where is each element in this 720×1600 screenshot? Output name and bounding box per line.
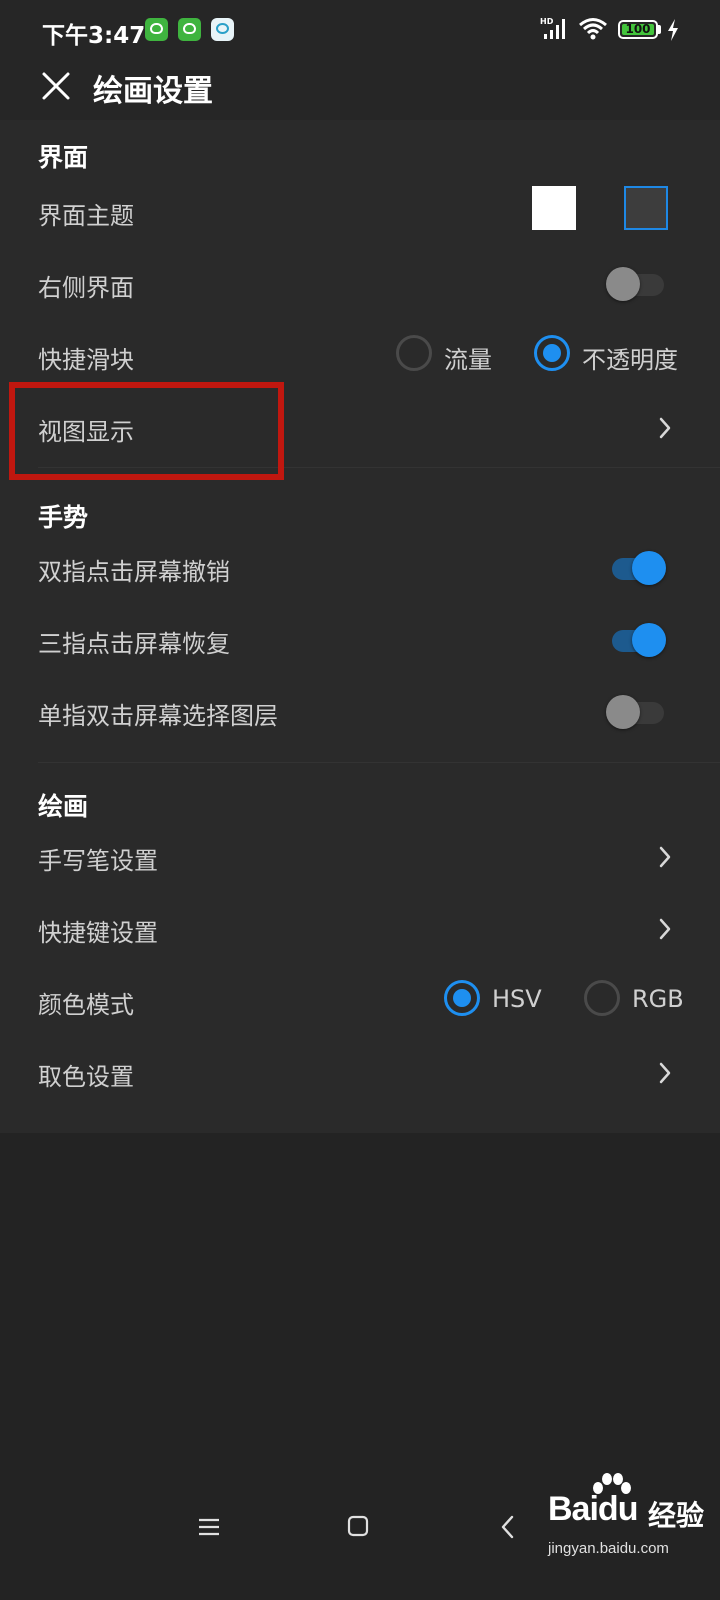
three-finger-toggle[interactable]: [606, 622, 666, 657]
charging-icon: [668, 19, 678, 41]
section-title-gesture: 手势: [38, 503, 89, 532]
row-theme: 界面主题: [0, 176, 720, 248]
toggle-knob: [632, 623, 666, 657]
baidu-brand-left: Bai: [548, 1490, 599, 1528]
radio-opacity[interactable]: [534, 335, 570, 371]
stylus-label: 手写笔设置: [38, 847, 158, 875]
radio-flow-label[interactable]: 流量: [444, 340, 492, 375]
row-stylus[interactable]: 手写笔设置: [0, 821, 720, 893]
row-two-finger[interactable]: 双指点击屏幕撤销: [0, 532, 720, 604]
single-double-label: 单指双击屏幕选择图层: [38, 702, 278, 730]
quick-slider-label: 快捷滑块: [38, 346, 134, 374]
right-panel-toggle[interactable]: [606, 266, 666, 301]
battery-icon: 100: [618, 20, 658, 39]
two-finger-toggle[interactable]: [606, 550, 666, 585]
single-double-toggle[interactable]: [606, 694, 666, 729]
section-paint: 绘画 手写笔设置 快捷键设置 颜色模式 HSV RGB 取色设置: [0, 763, 720, 1133]
color-mode-label: 颜色模式: [38, 991, 134, 1019]
toggle-knob: [632, 551, 666, 585]
toggle-knob: [606, 695, 640, 729]
section-title-paint: 绘画: [38, 792, 89, 821]
chevron-right-icon: [659, 1062, 671, 1084]
chevron-right-icon: [659, 846, 671, 868]
radio-hsv-label[interactable]: HSV: [492, 985, 542, 1013]
highlight-annotation-box: [9, 382, 284, 480]
chevron-right-icon: [659, 417, 671, 439]
row-three-finger[interactable]: 三指点击屏幕恢复: [0, 604, 720, 676]
theme-dark-swatch[interactable]: [624, 186, 668, 230]
baidu-brand-right: du: [597, 1490, 639, 1528]
toggle-knob: [606, 267, 640, 301]
row-single-double[interactable]: 单指双击屏幕选择图层: [0, 676, 720, 748]
status-bar: 下午3:47 HD 100: [0, 0, 720, 58]
row-right-panel[interactable]: 右侧界面: [0, 248, 720, 320]
theme-light-swatch[interactable]: [532, 186, 576, 230]
baidu-brand-suffix: 经验: [648, 1499, 705, 1532]
chevron-right-icon: [659, 918, 671, 940]
status-time: 下午3:47: [42, 23, 146, 49]
app-notification-icon: [211, 18, 234, 41]
radio-opacity-label[interactable]: 不透明度: [582, 340, 678, 375]
radio-flow[interactable]: [396, 335, 432, 371]
two-finger-label: 双指点击屏幕撤销: [38, 558, 230, 586]
signal-icon: HD: [540, 17, 565, 39]
battery-tip: [658, 25, 661, 34]
radio-rgb[interactable]: [584, 980, 620, 1016]
home-icon[interactable]: [346, 1514, 370, 1538]
network-badge: HD: [540, 17, 554, 26]
cat-app-icon: [145, 18, 168, 41]
row-shortcut[interactable]: 快捷键设置: [0, 893, 720, 965]
theme-label: 界面主题: [38, 202, 134, 230]
radio-rgb-label[interactable]: RGB: [632, 985, 684, 1013]
radio-hsv[interactable]: [444, 980, 480, 1016]
close-icon[interactable]: [38, 68, 74, 104]
shortcut-label: 快捷键设置: [38, 919, 158, 947]
wifi-icon: [579, 18, 607, 40]
section-gesture: 手势 双指点击屏幕撤销 三指点击屏幕恢复 单指双击屏幕选择图层: [0, 468, 720, 763]
three-finger-label: 三指点击屏幕恢复: [38, 630, 230, 658]
right-panel-label: 右侧界面: [38, 274, 134, 302]
page-title: 绘画设置: [93, 74, 213, 109]
baidu-url: jingyan.baidu.com: [548, 1540, 669, 1557]
section-title-interface: 界面: [38, 143, 89, 172]
row-color-mode: 颜色模式 HSV RGB: [0, 965, 720, 1037]
baidu-watermark: Baidu 经验 jingyan.baidu.com: [548, 1473, 718, 1582]
app-bar: 绘画设置: [0, 58, 720, 120]
cat-app-icon: [178, 18, 201, 41]
battery-level: 100: [622, 23, 654, 35]
baidu-brand: Baidu: [548, 1490, 639, 1529]
menu-icon[interactable]: [198, 1516, 220, 1538]
back-icon[interactable]: [498, 1514, 518, 1540]
color-pick-label: 取色设置: [38, 1063, 134, 1091]
row-color-pick[interactable]: 取色设置: [0, 1037, 720, 1109]
